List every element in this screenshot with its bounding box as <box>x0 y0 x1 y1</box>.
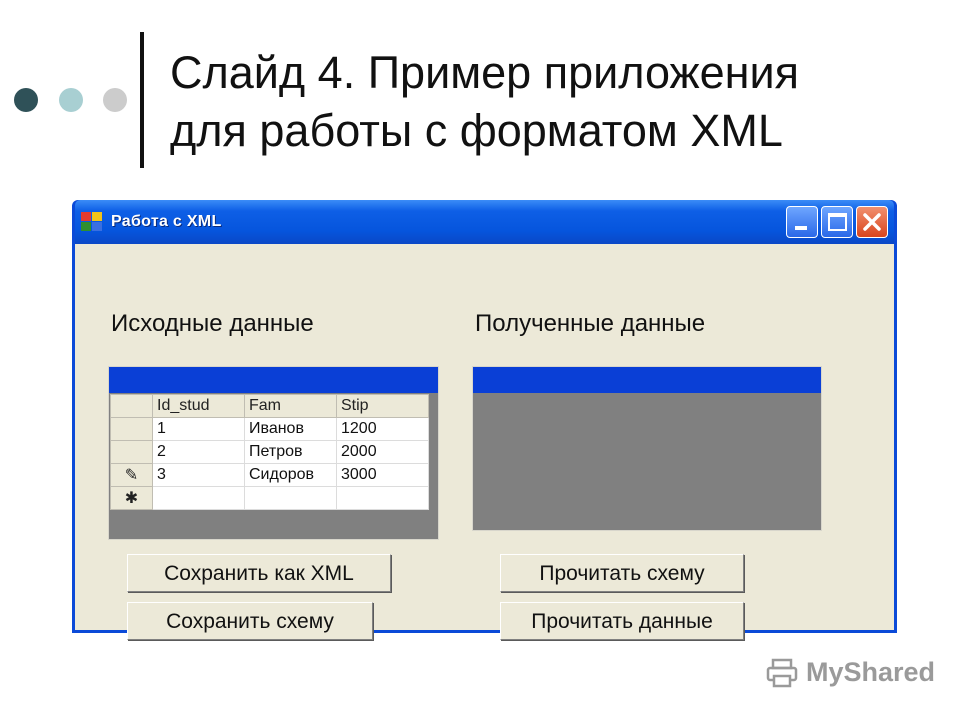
app-window: Работа с XML Исходные данные Полученные … <box>72 200 897 640</box>
table-cell[interactable]: 1200 <box>336 417 429 441</box>
result-grid-caption <box>473 367 821 393</box>
source-data-label: Исходные данные <box>111 310 314 337</box>
title-divider <box>140 32 144 168</box>
minimize-icon <box>795 226 807 230</box>
result-data-grid[interactable] <box>472 366 822 531</box>
window-title: Работа с XML <box>111 213 222 230</box>
window-titlebar[interactable]: Работа с XML <box>75 200 894 244</box>
result-data-label: Полученные данные <box>475 310 706 337</box>
read-data-button[interactable]: Прочитать данные <box>500 602 744 640</box>
table-cell[interactable] <box>152 486 245 510</box>
table-cell[interactable]: 3000 <box>336 463 429 487</box>
table-cell[interactable]: 2 <box>152 440 245 464</box>
source-table[interactable]: Id_stud Fam Stip 1 Иванов 1200 2 Петров … <box>110 394 429 510</box>
row-indicator[interactable] <box>110 417 153 441</box>
slide-decoration-dots <box>14 88 127 112</box>
table-cell[interactable] <box>244 486 337 510</box>
save-schema-button[interactable]: Сохранить схему <box>127 602 373 640</box>
table-cell[interactable]: Сидоров <box>244 463 337 487</box>
read-schema-button[interactable]: Прочитать схему <box>500 554 744 592</box>
edit-row-pencil-icon[interactable]: ✎ <box>110 463 153 487</box>
maximize-icon <box>828 213 847 231</box>
table-header-row: Id_stud Fam Stip <box>110 394 429 418</box>
column-header-stip[interactable]: Stip <box>336 394 429 418</box>
window-client-area: Исходные данные Полученные данные Id_stu… <box>75 244 894 640</box>
table-row[interactable]: 2 Петров 2000 <box>110 440 429 464</box>
table-row[interactable]: 1 Иванов 1200 <box>110 417 429 441</box>
table-cell[interactable] <box>336 486 429 510</box>
close-icon <box>863 213 881 231</box>
table-cell[interactable]: Петров <box>244 440 337 464</box>
column-header-id-stud[interactable]: Id_stud <box>152 394 245 418</box>
printer-logo-icon <box>766 658 798 688</box>
new-row-asterisk-icon[interactable]: ✱ <box>110 486 153 510</box>
close-button[interactable] <box>856 206 888 238</box>
teal-dot <box>59 88 83 112</box>
column-header-fam[interactable]: Fam <box>244 394 337 418</box>
row-indicator[interactable] <box>110 440 153 464</box>
watermark-text: MyShared <box>806 657 936 687</box>
table-cell[interactable]: 3 <box>152 463 245 487</box>
row-header-corner <box>110 394 153 418</box>
maximize-button[interactable] <box>821 206 853 238</box>
minimize-button[interactable] <box>786 206 818 238</box>
source-data-grid[interactable]: Id_stud Fam Stip 1 Иванов 1200 2 Петров … <box>108 366 439 540</box>
table-cell[interactable]: Иванов <box>244 417 337 441</box>
table-cell[interactable]: 2000 <box>336 440 429 464</box>
grey-dot <box>103 88 127 112</box>
source-grid-caption <box>109 367 438 393</box>
dark-dot <box>14 88 38 112</box>
slide-title: Слайд 4. Пример приложения для работы с … <box>170 47 800 156</box>
save-as-xml-button[interactable]: Сохранить как XML <box>127 554 391 592</box>
table-cell[interactable]: 1 <box>152 417 245 441</box>
table-row[interactable]: ✎ 3 Сидоров 3000 <box>110 463 429 487</box>
app-icon[interactable] <box>81 212 103 232</box>
new-table-row[interactable]: ✱ <box>110 486 429 510</box>
